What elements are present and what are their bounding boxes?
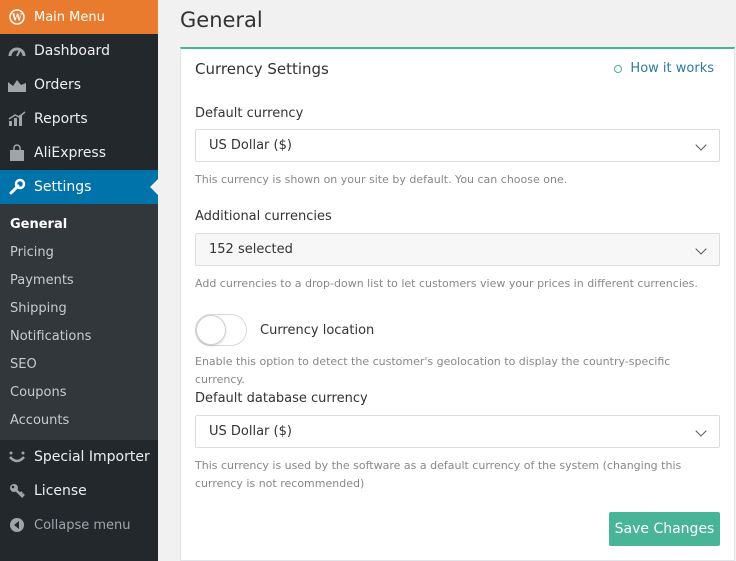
submenu-pricing[interactable]: Pricing <box>0 238 158 266</box>
smile-icon <box>6 447 28 467</box>
sidebar-item-label: AliExpress <box>34 145 107 161</box>
sidebar-item-orders[interactable]: Orders <box>0 68 158 102</box>
sidebar-item-label: Dashboard <box>34 43 110 59</box>
chevron-down-icon <box>695 425 707 437</box>
circle-icon <box>614 64 623 73</box>
reports-chart-icon <box>6 109 28 129</box>
wrench-icon <box>6 177 28 197</box>
submenu-notifications[interactable]: Notifications <box>0 322 158 350</box>
default-db-currency-label: Default database currency <box>195 391 368 406</box>
currency-location-help: Enable this option to detect the custome… <box>195 355 671 386</box>
sidebar-item-label: Settings <box>34 179 92 195</box>
dashboard-icon <box>6 41 28 61</box>
submenu-payments[interactable]: Payments <box>0 266 158 294</box>
collapse-menu-button[interactable]: Collapse menu <box>0 508 158 542</box>
sidebar-item-dashboard[interactable]: Dashboard <box>0 34 158 68</box>
sidebar-item-license[interactable]: License <box>0 474 158 508</box>
settings-submenu: General Pricing Payments Shipping Notifi… <box>0 204 158 440</box>
default-currency-value: US Dollar ($) <box>209 138 292 153</box>
default-currency-select[interactable]: US Dollar ($) <box>195 129 720 162</box>
panel-title: Currency Settings <box>195 60 329 78</box>
submenu-shipping[interactable]: Shipping <box>0 294 158 322</box>
additional-currencies-label: Additional currencies <box>195 209 332 224</box>
submenu-accounts[interactable]: Accounts <box>0 406 158 434</box>
main-menu-label: Main Menu <box>34 9 105 25</box>
sidebar-item-label: Orders <box>34 77 82 93</box>
submenu-general[interactable]: General <box>0 210 158 238</box>
default-db-currency-help: This currency is used by the software as… <box>195 459 682 490</box>
toggle-knob <box>196 315 226 345</box>
collapse-arrow-icon <box>6 515 28 535</box>
additional-currencies-help: Add currencies to a drop-down list to le… <box>195 277 698 290</box>
chevron-down-icon <box>695 139 707 151</box>
currency-location-toggle[interactable] <box>195 314 247 346</box>
submenu-seo[interactable]: SEO <box>0 350 158 378</box>
shopping-bag-icon <box>6 143 28 163</box>
wordpress-icon: W <box>8 8 26 26</box>
default-db-currency-select[interactable]: US Dollar ($) <box>195 415 720 448</box>
additional-currencies-value: 152 selected <box>209 242 293 257</box>
sidebar-item-label: License <box>34 483 87 499</box>
main-menu-button[interactable]: W Main Menu <box>0 0 158 34</box>
sidebar-item-special-importer[interactable]: Special Importer <box>0 440 158 474</box>
collapse-menu-label: Collapse menu <box>34 517 131 533</box>
page-title: General <box>180 8 263 32</box>
default-currency-help: This currency is shown on your site by d… <box>195 173 568 186</box>
key-icon <box>6 481 28 501</box>
sidebar-item-aliexpress[interactable]: AliExpress <box>0 136 158 170</box>
sidebar-item-reports[interactable]: Reports <box>0 102 158 136</box>
submenu-coupons[interactable]: Coupons <box>0 378 158 406</box>
default-db-currency-value: US Dollar ($) <box>209 424 292 439</box>
additional-currencies-select[interactable]: 152 selected <box>195 233 720 266</box>
svg-text:W: W <box>11 14 23 24</box>
how-it-works-label: How it works <box>630 61 714 76</box>
sidebar-item-settings[interactable]: Settings <box>0 170 158 204</box>
chevron-down-icon <box>695 243 707 255</box>
orders-chart-icon <box>6 75 28 95</box>
currency-settings-panel: Currency Settings How it works Default c… <box>180 47 735 561</box>
admin-sidebar: W Main Menu Dashboard Orders Reports Ali… <box>0 0 158 561</box>
save-changes-button[interactable]: Save Changes <box>609 512 720 546</box>
currency-location-label: Currency location <box>260 323 375 338</box>
how-it-works-link[interactable]: How it works <box>614 61 714 76</box>
default-currency-label: Default currency <box>195 106 304 121</box>
sidebar-item-label: Special Importer <box>34 449 150 465</box>
sidebar-item-label: Reports <box>34 111 88 127</box>
